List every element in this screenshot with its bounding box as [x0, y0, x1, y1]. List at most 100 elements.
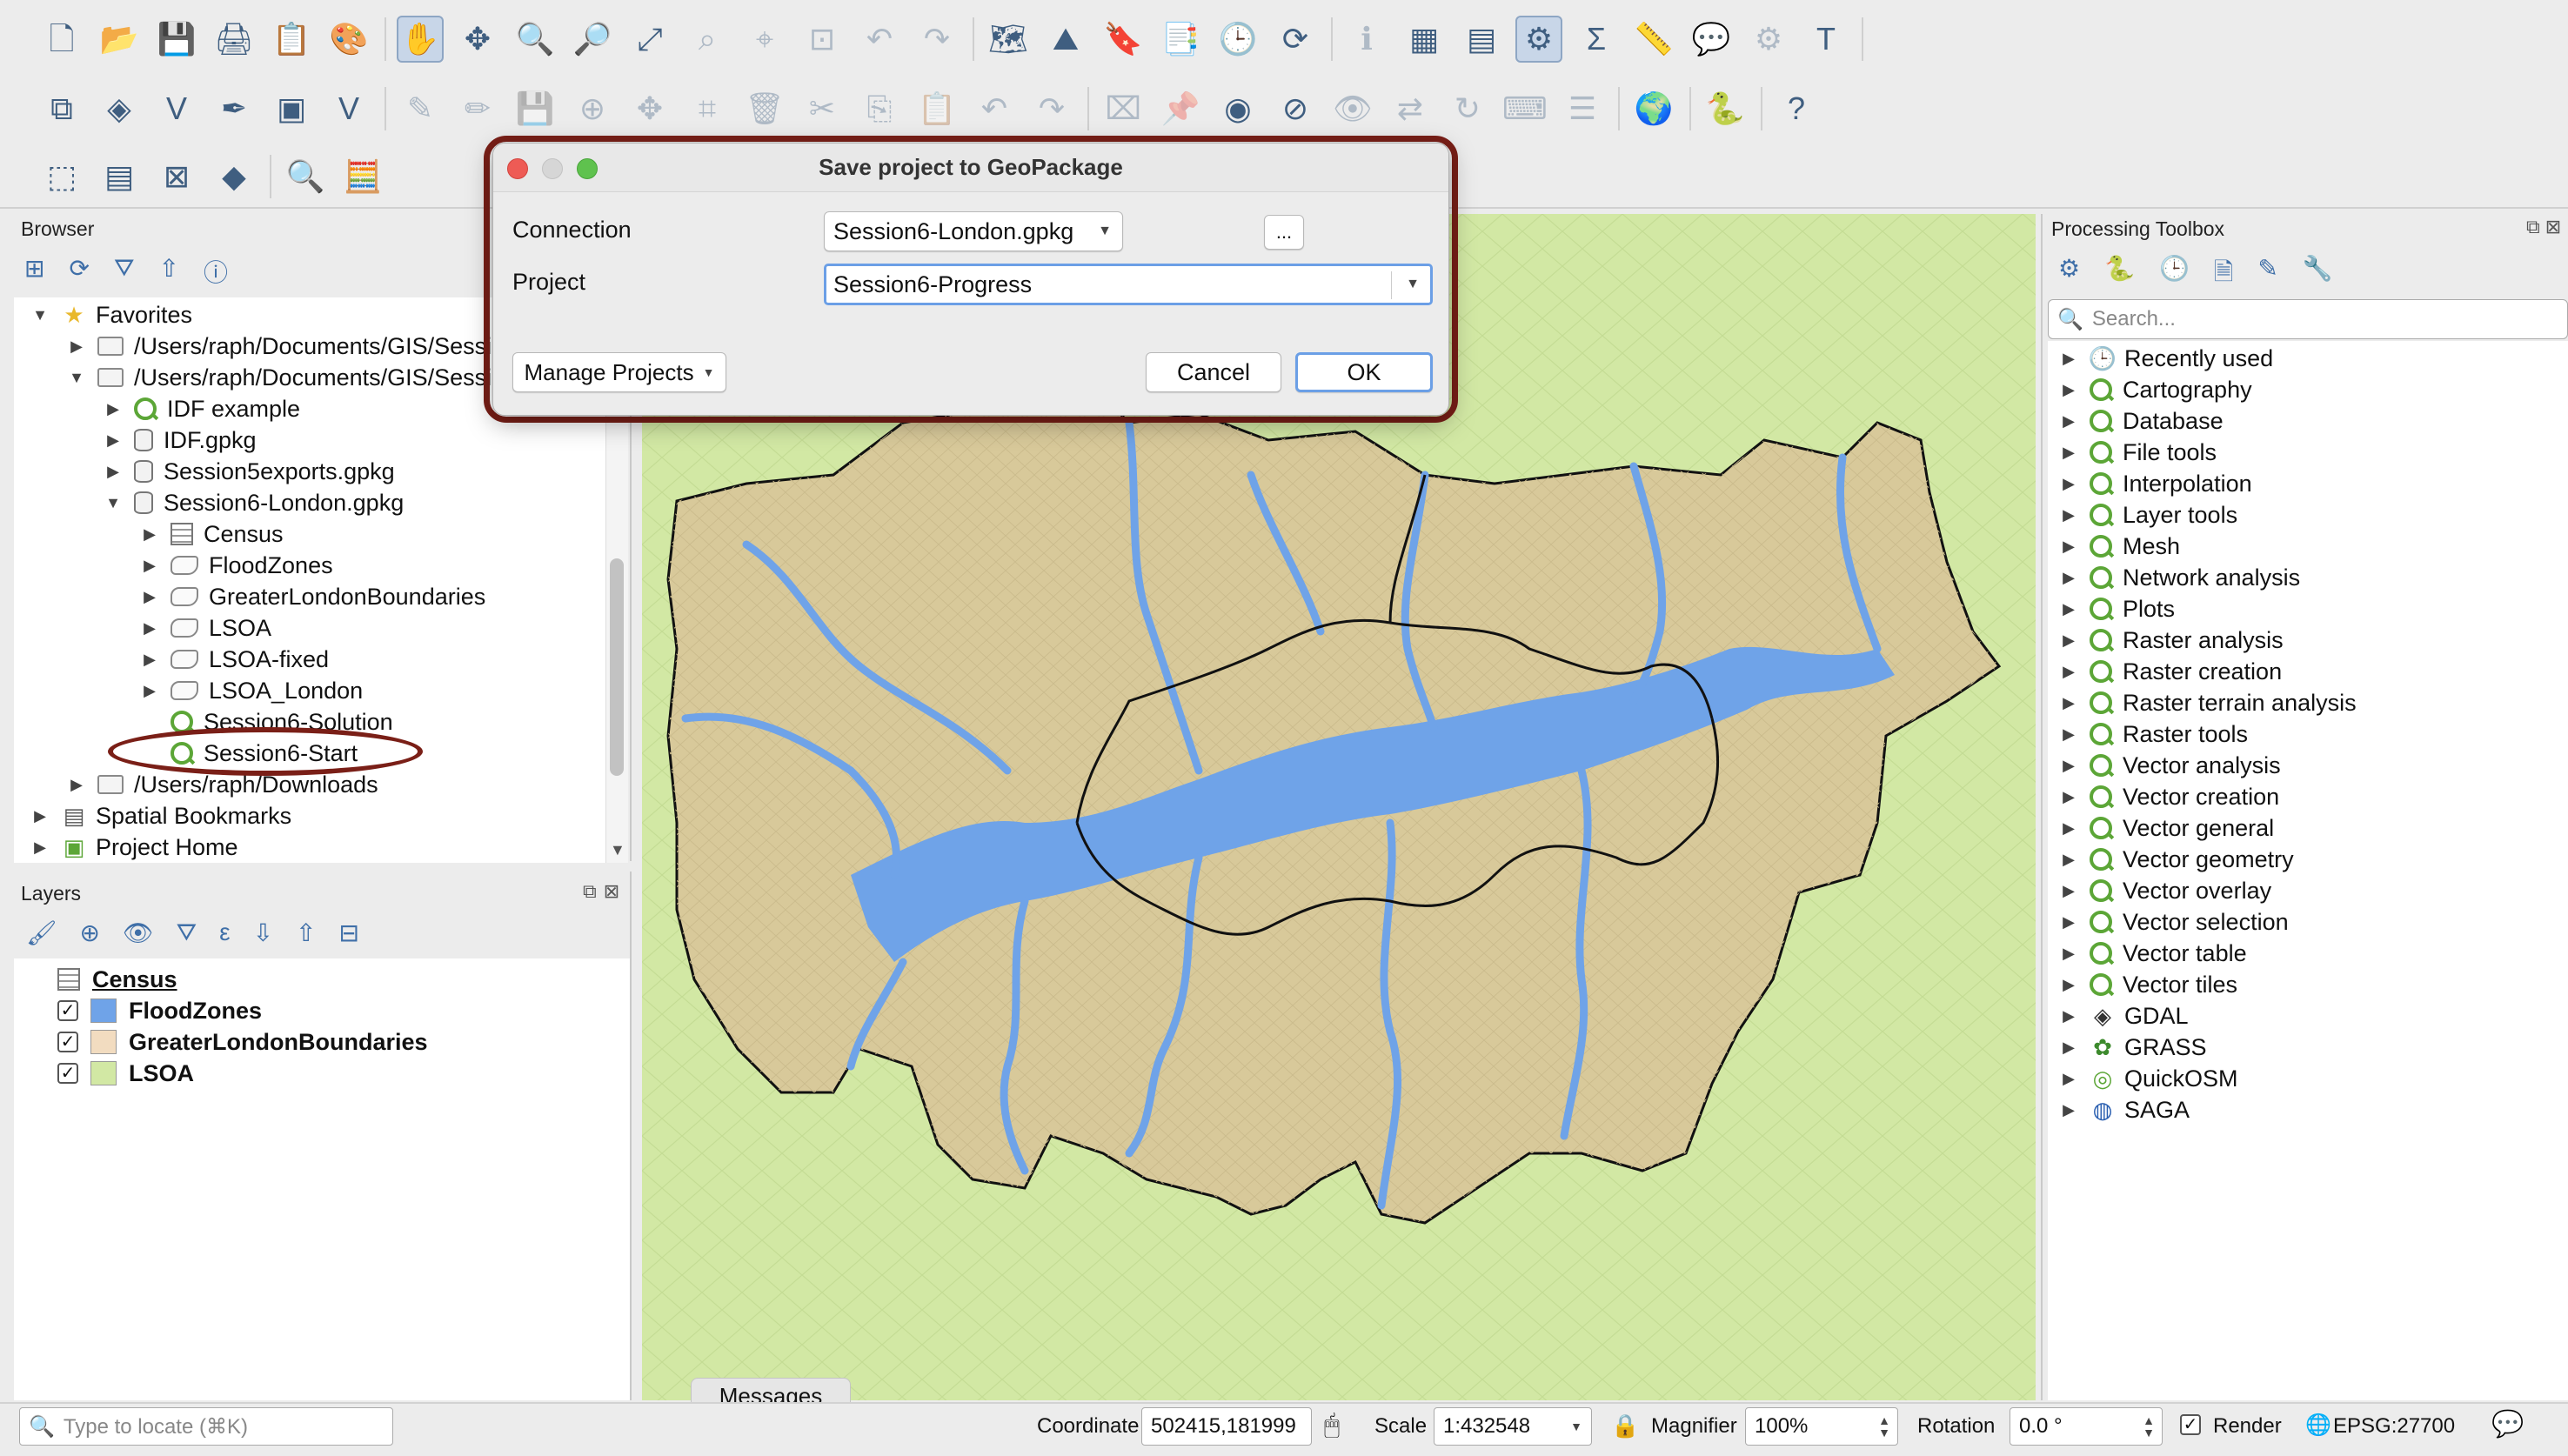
refresh-icon[interactable]: ⟳ [69, 254, 89, 289]
layer-visibility-checkbox[interactable]: ✓ [57, 1000, 78, 1021]
remove-layer-icon[interactable]: ⊟ [339, 918, 359, 947]
new-print-layout-icon[interactable]: 🖨 [211, 16, 257, 63]
sum-icon[interactable]: Σ [1573, 16, 1620, 63]
locator-icon[interactable]: 🔍 [282, 153, 329, 200]
measure-icon[interactable]: 📏 [1630, 16, 1677, 63]
new-bookmark-icon[interactable]: 🔖 [1100, 16, 1147, 63]
float-panel-icon[interactable]: ⧉ [583, 880, 597, 903]
messages-icon[interactable]: 💬 [2491, 1409, 2524, 1439]
chevron-down-icon[interactable]: ▼ [1570, 1419, 1582, 1433]
zoom-last-icon[interactable]: ↶ [856, 16, 903, 63]
python-scripts-icon[interactable]: 🐍 [2104, 254, 2135, 296]
new-project-icon[interactable]: 🗋 [38, 16, 85, 63]
open-project-icon[interactable]: 📂 [96, 16, 143, 63]
layer-symbol-swatch[interactable] [90, 1061, 117, 1085]
expand-arrow-icon[interactable]: ▶ [2060, 976, 2077, 994]
expand-arrow-icon[interactable]: ▶ [141, 651, 158, 669]
close-panel-icon[interactable]: ⊠ [2545, 216, 2561, 238]
browser-tree-item[interactable]: ▶ LSOA_London [141, 675, 363, 706]
browser-tree-item[interactable]: ▶ Session5exports.gpkg [104, 456, 395, 487]
expand-arrow-icon[interactable]: ▶ [2060, 851, 2077, 869]
project-name-combobox[interactable]: Session6-Progress ▼ [824, 264, 1433, 305]
tips-icon[interactable]: 💬 [1688, 16, 1735, 63]
move-label-icon[interactable]: ⇄ [1387, 85, 1434, 132]
collapse-arrow-icon[interactable]: ▼ [68, 369, 85, 387]
expand-arrow-icon[interactable]: ▶ [104, 400, 122, 418]
processing-provider-item[interactable]: ▶ Raster creation [2060, 656, 2282, 687]
processing-provider-item[interactable]: ▶ Vector table [2060, 938, 2247, 969]
add-feature-icon[interactable]: ⊕ [569, 85, 616, 132]
digitize-icon[interactable]: V [153, 85, 200, 132]
expand-arrow-icon[interactable]: ▶ [2060, 694, 2077, 712]
processing-provider-item[interactable]: ▶ Vector analysis [2060, 750, 2281, 781]
expand-arrow-icon[interactable]: ▶ [2060, 475, 2077, 493]
edit-pencil-icon[interactable]: ✒ [211, 85, 257, 132]
connection-select[interactable]: Session6-London.gpkg ▼ [824, 211, 1123, 251]
data-source-manager-icon[interactable]: ⧉ [38, 85, 85, 132]
filter-legend-icon[interactable]: ⛛ [177, 918, 197, 947]
processing-provider-item[interactable]: ▶ Vector selection [2060, 906, 2289, 938]
move-feature-icon[interactable]: ✥ [626, 85, 673, 132]
expand-arrow-icon[interactable]: ▶ [2060, 725, 2077, 744]
close-panel-icon[interactable]: ⊠ [604, 880, 619, 903]
collapse-all-icon[interactable]: ⇧ [158, 254, 178, 289]
select-by-value-icon[interactable]: ▤ [96, 153, 143, 200]
history-icon[interactable]: 🕒 [2159, 254, 2190, 296]
stepper-icon[interactable]: ▲ ▼ [1878, 1414, 1890, 1439]
processing-provider-item[interactable]: ▶ Cartography [2060, 374, 2252, 405]
zoom-out-icon[interactable]: 🔎 [569, 16, 616, 63]
crs-globe-icon[interactable]: 🌐 [2305, 1413, 2331, 1438]
options-icon[interactable]: 🔧 [2303, 254, 2333, 296]
render-checkbox[interactable]: ✓ [2180, 1414, 2201, 1435]
scroll-down-icon[interactable]: ▼ [610, 841, 625, 859]
processing-provider-item[interactable]: ▶ Vector overlay [2060, 875, 2271, 906]
cancel-button[interactable]: Cancel [1146, 352, 1281, 392]
processing-search-input[interactable]: 🔍 Search... [2048, 299, 2568, 339]
scale-field[interactable]: 1:432548 ▼ [1434, 1407, 1592, 1446]
browser-tree-item[interactable]: ▶ LSOA-fixed [141, 644, 329, 675]
expand-arrow-icon[interactable]: ▶ [2060, 788, 2077, 806]
expand-arrow-icon[interactable]: ▶ [141, 619, 158, 638]
rotation-field[interactable]: 0.0 ° ▲ ▼ [2010, 1407, 2163, 1446]
processing-provider-item[interactable]: ▶ Vector creation [2060, 781, 2279, 812]
collapse-arrow-icon[interactable]: ▼ [104, 494, 122, 512]
browser-tree-item[interactable]: ▶ ▤ Spatial Bookmarks [31, 800, 291, 832]
models-icon[interactable]: ⚙ [2058, 254, 2080, 296]
label-props-icon[interactable]: ☰ [1559, 85, 1606, 132]
expand-arrow-icon[interactable]: ▶ [2060, 945, 2077, 963]
node-tool-icon[interactable]: ⌗ [684, 85, 731, 132]
expand-arrow-icon[interactable]: ▶ [2060, 1007, 2077, 1025]
georeferencer-icon[interactable]: ▣ [268, 85, 315, 132]
help-icon[interactable]: ? [1773, 85, 1820, 132]
browser-tree-item[interactable]: ▶ IDF.gpkg [104, 424, 256, 456]
expand-arrow-icon[interactable]: ▶ [141, 588, 158, 606]
paste-icon[interactable]: 📋 [913, 85, 960, 132]
zoom-in-icon[interactable]: 🔍 [512, 16, 558, 63]
edit-features-in-place-icon[interactable]: ✎ [2257, 254, 2277, 296]
expand-arrow-icon[interactable]: ▶ [2060, 506, 2077, 524]
expand-arrow-icon[interactable]: ▶ [104, 463, 122, 481]
zoom-to-selection-icon[interactable]: ⌕ [684, 16, 731, 63]
new-map-view-icon[interactable]: 🗺 [985, 16, 1032, 63]
processing-provider-item[interactable]: ▶ ◎ QuickOSM [2060, 1063, 2237, 1094]
settings-icon[interactable]: ⚙ [1745, 16, 1792, 63]
expand-arrow-icon[interactable]: ▶ [2060, 412, 2077, 431]
processing-provider-item[interactable]: ▶ Plots [2060, 593, 2175, 624]
expand-all-icon[interactable]: ⇩ [253, 918, 273, 947]
expand-arrow-icon[interactable]: ▶ [2060, 600, 2077, 618]
python-console-icon[interactable]: 🐍 [1702, 85, 1749, 132]
new-3d-view-icon[interactable]: ⛰ [1042, 16, 1089, 63]
refresh-icon[interactable]: ⟳ [1272, 16, 1319, 63]
attribute-table-icon[interactable]: ▦ [1401, 16, 1448, 63]
change-label-icon[interactable]: ⌨ [1501, 85, 1548, 132]
layer-item[interactable]: Census [14, 964, 630, 995]
add-selected-icon[interactable]: ⊞ [24, 254, 44, 289]
add-group-icon[interactable]: ⊕ [80, 918, 100, 947]
zoom-full-icon[interactable]: ⤢ [626, 16, 673, 63]
expand-arrow-icon[interactable]: ▶ [68, 776, 85, 794]
expand-arrow-icon[interactable]: ▶ [141, 682, 158, 700]
expand-arrow-icon[interactable]: ▶ [2060, 381, 2077, 399]
browser-tree-item[interactable]: ▶ IDF example [104, 393, 300, 424]
expand-arrow-icon[interactable]: ▶ [2060, 538, 2077, 556]
expand-arrow-icon[interactable]: ▶ [2060, 882, 2077, 900]
